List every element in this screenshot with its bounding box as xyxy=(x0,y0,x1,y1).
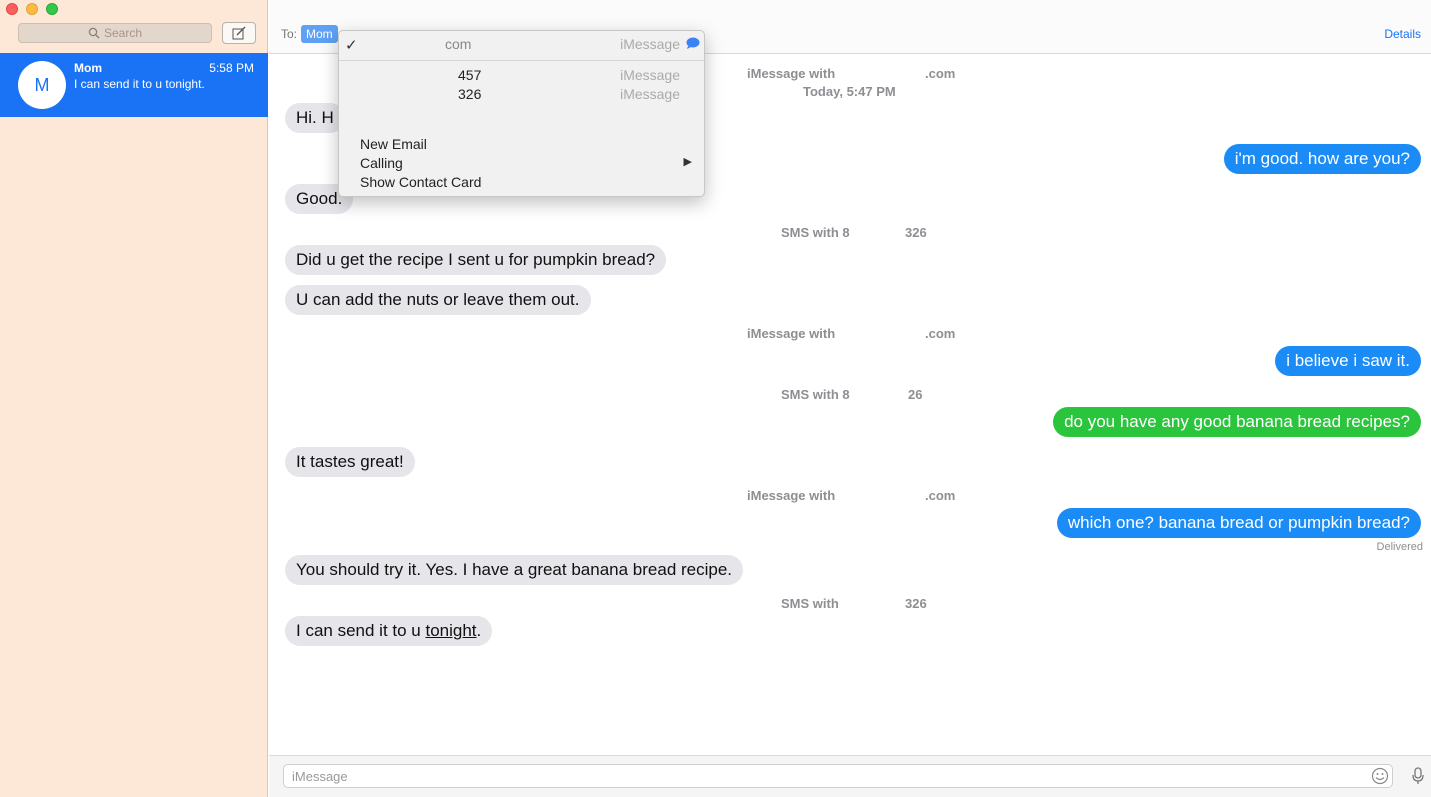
message-input[interactable]: iMessage xyxy=(283,764,1393,788)
emoji-icon[interactable] xyxy=(1371,767,1389,785)
menu-item-new-email[interactable]: New Email xyxy=(339,136,704,155)
menu-item-label: Calling xyxy=(360,155,403,171)
imessage-bubble-icon xyxy=(686,37,700,49)
minimize-window-button[interactable] xyxy=(26,3,38,15)
service-label: 326 xyxy=(905,225,927,240)
compose-icon xyxy=(232,26,246,40)
compose-button[interactable] xyxy=(222,22,256,44)
service-text: iMessage xyxy=(620,36,680,52)
recipient-menu: ✓ com iMessage 457 iMessage 326 iMessage… xyxy=(338,30,705,197)
compose-bar: iMessage xyxy=(269,755,1431,797)
incoming-message[interactable]: You should try it. Yes. I have a great b… xyxy=(285,555,744,585)
service-label: .com xyxy=(925,488,956,503)
conversation-item-mom[interactable]: M Mom 5:58 PM I can send it to u tonight… xyxy=(0,53,268,117)
service-label: SMS with 8 xyxy=(781,387,850,402)
incoming-message[interactable]: U can add the nuts or leave them out. xyxy=(285,285,591,315)
search-input[interactable]: Search xyxy=(18,23,212,43)
sidebar: Search M Mom 5:58 PM I can send it to u … xyxy=(0,0,268,797)
service-label: .com xyxy=(925,326,956,341)
message-placeholder: iMessage xyxy=(292,769,348,784)
menu-item-label: Show Contact Card xyxy=(360,174,482,190)
menu-address-item[interactable]: 457 iMessage xyxy=(339,67,704,86)
search-placeholder: Search xyxy=(103,26,143,40)
service-label: iMessage with xyxy=(747,488,836,503)
conversation-name: Mom xyxy=(74,61,102,75)
service-label: .com xyxy=(925,66,956,81)
address-text: 457 xyxy=(458,67,482,83)
window-controls xyxy=(6,3,58,15)
menu-address-item[interactable]: 326 iMessage xyxy=(339,86,704,105)
to-label: To: xyxy=(281,27,298,41)
zoom-window-button[interactable] xyxy=(46,3,58,15)
checkmark-icon: ✓ xyxy=(345,37,358,54)
incoming-message[interactable]: I can send it to u tonight. xyxy=(285,616,493,646)
details-button[interactable]: Details xyxy=(1384,27,1421,41)
menu-separator xyxy=(339,60,704,61)
incoming-message[interactable]: It tastes great! xyxy=(285,447,415,477)
message-text: . xyxy=(476,621,482,640)
timestamp: Today, 5:47 PM xyxy=(803,84,896,99)
service-text: iMessage xyxy=(620,67,680,83)
outgoing-message[interactable]: i believe i saw it. xyxy=(1275,346,1421,376)
service-label: iMessage with xyxy=(747,66,836,81)
service-text: iMessage xyxy=(620,86,680,102)
service-label: 326 xyxy=(905,596,927,611)
outgoing-message[interactable]: i'm good. how are you? xyxy=(1223,144,1421,174)
incoming-message[interactable]: Hi. H xyxy=(285,103,345,133)
conversation-preview: I can send it to u tonight. xyxy=(74,77,205,91)
close-window-button[interactable] xyxy=(6,3,18,15)
date-link[interactable]: tonight xyxy=(425,621,476,640)
recipient-token[interactable]: Mom xyxy=(301,25,338,43)
message-text: I can send it to u xyxy=(296,621,426,640)
menu-item-show-contact-card[interactable]: Show Contact Card xyxy=(339,174,704,193)
menu-item-calling[interactable]: Calling ▶ xyxy=(339,155,704,174)
outgoing-sms-message[interactable]: do you have any good banana bread recipe… xyxy=(1053,407,1421,437)
menu-item-label: New Email xyxy=(360,136,427,152)
conversation-time: 5:58 PM xyxy=(209,61,254,75)
address-text: 326 xyxy=(458,86,482,102)
microphone-icon[interactable] xyxy=(1411,767,1425,785)
outgoing-message[interactable]: which one? banana bread or pumpkin bread… xyxy=(1056,508,1421,538)
address-text: com xyxy=(445,36,472,52)
service-label: 26 xyxy=(908,387,923,402)
service-label: SMS with 8 xyxy=(781,225,850,240)
search-icon xyxy=(88,27,100,39)
submenu-arrow-icon: ▶ xyxy=(683,156,692,168)
incoming-message[interactable]: Did u get the recipe I sent u for pumpki… xyxy=(285,245,667,275)
service-label: iMessage with xyxy=(747,326,836,341)
menu-address-item[interactable]: ✓ com iMessage xyxy=(339,36,704,55)
avatar: M xyxy=(18,61,66,109)
delivered-status: Delivered xyxy=(1376,541,1423,553)
service-label: SMS with xyxy=(781,596,839,611)
